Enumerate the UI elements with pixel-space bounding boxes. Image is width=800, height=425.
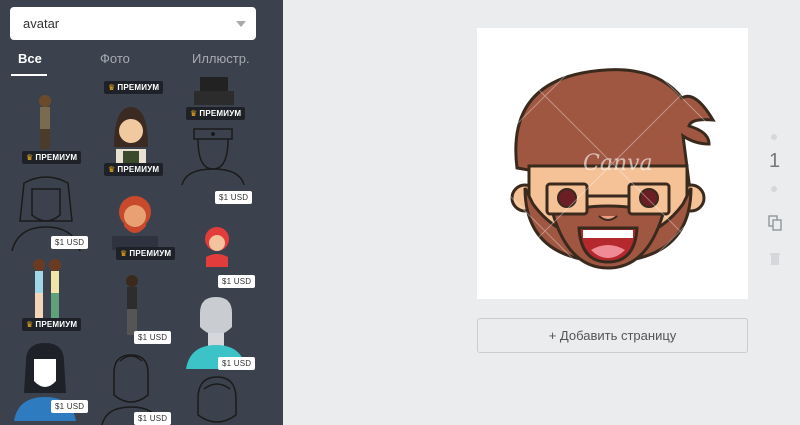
avatar-thumb[interactable] bbox=[190, 77, 238, 105]
price-badge: $1 USD bbox=[51, 236, 89, 249]
search-input[interactable]: avatar bbox=[10, 7, 256, 40]
price-badge: $1 USD bbox=[134, 331, 172, 344]
avatar-thumb[interactable] bbox=[30, 92, 60, 154]
copy-icon[interactable] bbox=[768, 215, 782, 231]
price-badge: $1 USD bbox=[51, 400, 89, 413]
crown-icon: ♛ bbox=[108, 165, 116, 174]
active-tab-indicator bbox=[11, 74, 47, 76]
avatar-thumb[interactable] bbox=[180, 125, 246, 185]
premium-badge: ♛ ПРЕМИУМ bbox=[22, 151, 82, 164]
crown-icon: ♛ bbox=[108, 83, 116, 92]
premium-badge: ♛ ПРЕМИУМ bbox=[104, 163, 164, 176]
avatar-thumb[interactable] bbox=[200, 227, 234, 271]
premium-badge: ♛ ПРЕМИУМ bbox=[186, 107, 246, 120]
search-value: avatar bbox=[23, 16, 60, 31]
crown-icon: ♛ bbox=[120, 249, 128, 258]
avatar-thumb[interactable] bbox=[120, 273, 144, 337]
sidebar: avatar Все Фото Иллюстр. ♛ ПРЕМИУМ ♛ ПРЕМИ… bbox=[0, 0, 283, 425]
page-number: 1 bbox=[769, 150, 781, 172]
avatar-thumb[interactable] bbox=[28, 257, 68, 327]
tab-photo[interactable]: Фото bbox=[100, 51, 130, 66]
tab-illustrations[interactable]: Иллюстр. bbox=[192, 51, 250, 66]
avatar-thumb[interactable] bbox=[106, 107, 156, 169]
avatar-thumb[interactable] bbox=[188, 373, 246, 425]
tab-bar: Все Фото Иллюстр. bbox=[0, 47, 283, 77]
add-page-button[interactable]: + Добавить страницу bbox=[477, 318, 748, 353]
tab-all[interactable]: Все bbox=[18, 51, 42, 66]
design-page[interactable]: Canva bbox=[476, 27, 749, 300]
price-badge: $1 USD bbox=[134, 412, 172, 425]
crown-icon: ♛ bbox=[190, 109, 198, 118]
price-badge: $1 USD bbox=[218, 275, 256, 288]
crown-icon: ♛ bbox=[26, 153, 34, 162]
results-grid: ♛ ПРЕМИУМ ♛ ПРЕМИУМ ♛ ПРЕМИУМ ♛ ПРЕМИУМ $1 U… bbox=[0, 77, 283, 425]
premium-badge: ♛ ПРЕМИУМ bbox=[104, 81, 164, 94]
premium-badge: ♛ ПРЕМИУМ bbox=[22, 318, 82, 331]
trash-icon[interactable] bbox=[770, 253, 780, 265]
watermark-text: Canva bbox=[583, 151, 653, 176]
price-badge: $1 USD bbox=[215, 191, 253, 204]
price-badge: $1 USD bbox=[218, 357, 256, 370]
page-down-icon[interactable] bbox=[771, 186, 777, 192]
page-up-icon[interactable] bbox=[771, 134, 777, 140]
avatar-illustration[interactable]: Canva bbox=[476, 27, 749, 300]
avatar-thumb[interactable] bbox=[108, 192, 162, 250]
premium-badge: ♛ ПРЕМИУМ bbox=[116, 247, 176, 260]
chevron-down-icon[interactable] bbox=[236, 21, 246, 27]
crown-icon: ♛ bbox=[26, 320, 34, 329]
